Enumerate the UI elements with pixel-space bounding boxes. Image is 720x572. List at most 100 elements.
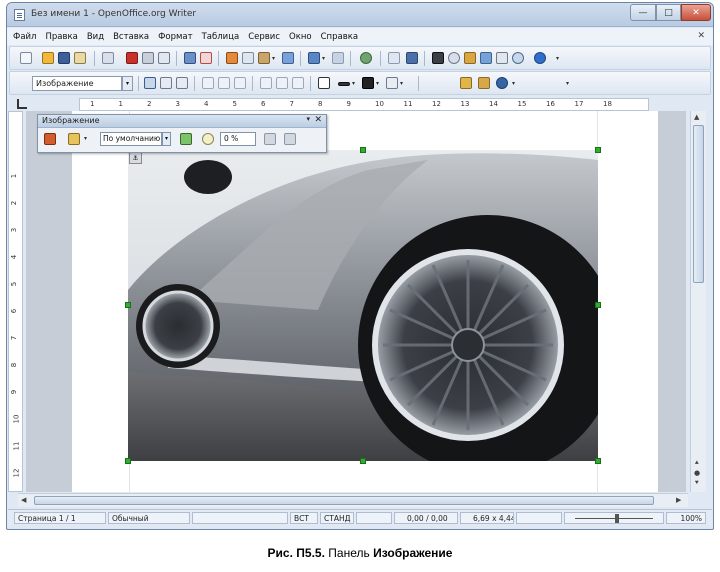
menu-insert[interactable]: Вставка <box>113 32 149 42</box>
clone-format-icon[interactable] <box>282 52 294 64</box>
align-top-icon[interactable] <box>260 77 272 89</box>
vertical-scroll-thumb[interactable] <box>693 125 704 283</box>
graphics-mode-dropdown-icon[interactable]: ▾ <box>162 132 171 146</box>
resize-handle-left[interactable] <box>125 302 131 308</box>
scroll-right-icon[interactable]: ▶ <box>676 496 681 504</box>
align-left-icon[interactable] <box>202 77 214 89</box>
edit-file-icon[interactable] <box>102 52 114 64</box>
menu-tools[interactable]: Сервис <box>248 32 280 42</box>
paste-icon[interactable] <box>258 52 270 64</box>
borders-icon[interactable] <box>318 77 330 89</box>
hyperlink-icon[interactable] <box>360 52 372 64</box>
align-center-icon[interactable] <box>218 77 230 89</box>
graphics-mode-icon[interactable] <box>68 133 80 145</box>
nonprinting-chars-icon[interactable] <box>496 52 508 64</box>
resize-handle-bottom-left[interactable] <box>125 458 131 464</box>
redo-icon[interactable] <box>332 52 344 64</box>
line-style-dropdown-icon[interactable]: ▾ <box>352 80 355 87</box>
document-close-icon[interactable]: ✕ <box>697 31 705 41</box>
export-pdf-icon[interactable] <box>126 52 138 64</box>
transparency-spinbox[interactable]: 0 % <box>220 132 256 146</box>
anchor-icon[interactable] <box>496 77 508 89</box>
resize-handle-top-right[interactable] <box>595 147 601 153</box>
show-draw-functions-icon[interactable] <box>406 52 418 64</box>
background-dropdown-icon[interactable]: ▾ <box>400 80 403 87</box>
frame-properties-icon[interactable] <box>460 77 472 89</box>
insert-mode-indicator[interactable]: ВСТ <box>290 512 318 524</box>
color-icon[interactable] <box>180 133 192 145</box>
menu-edit[interactable]: Правка <box>45 32 77 42</box>
gallery-icon[interactable] <box>464 52 476 64</box>
copy-icon[interactable] <box>242 52 254 64</box>
paragraph-style-dropdown-icon[interactable]: ▾ <box>122 76 133 91</box>
vertical-ruler[interactable]: 1 2 3 4 5 6 7 8 9 10 11 12 <box>8 111 23 492</box>
help-icon[interactable] <box>534 52 546 64</box>
cut-icon[interactable] <box>226 52 238 64</box>
menu-table[interactable]: Таблица <box>202 32 240 42</box>
graphics-mode-select[interactable]: По умолчанию <box>100 132 162 146</box>
zoom-icon[interactable] <box>512 52 524 64</box>
menu-view[interactable]: Вид <box>87 32 104 42</box>
line-style-icon[interactable] <box>338 82 350 86</box>
resize-handle-right[interactable] <box>595 302 601 308</box>
picture-toolbar-titlebar[interactable]: Изображение ▾ ✕ <box>38 115 326 128</box>
selection-mode-indicator[interactable]: СТАНД <box>320 512 354 524</box>
horizontal-scrollbar[interactable]: ◀ ▶ <box>18 493 688 507</box>
border-color-dropdown-icon[interactable]: ▾ <box>376 80 379 87</box>
align-bottom-icon[interactable] <box>292 77 304 89</box>
vertical-scrollbar[interactable]: ▲ ⯅ ● ⯆ <box>690 111 706 492</box>
toolbar-close-icon[interactable]: ✕ <box>314 115 322 125</box>
inserted-image[interactable] <box>128 150 598 461</box>
border-color-icon[interactable] <box>362 77 374 89</box>
tab-stop-selector-icon[interactable] <box>17 99 27 109</box>
wrap-through-icon[interactable] <box>176 77 188 89</box>
new-document-icon[interactable] <box>20 52 32 64</box>
print-icon[interactable] <box>142 52 154 64</box>
zoom-percent[interactable]: 100% <box>666 512 706 524</box>
minimize-button[interactable]: — <box>630 4 656 21</box>
horizontal-scroll-thumb[interactable] <box>34 496 654 505</box>
maximize-button[interactable]: □ <box>656 4 681 21</box>
align-right-icon[interactable] <box>234 77 246 89</box>
page-style-indicator[interactable]: Обычный <box>108 512 190 524</box>
menu-window[interactable]: Окно <box>289 32 312 42</box>
wrap-off-icon[interactable] <box>144 77 156 89</box>
email-icon[interactable] <box>74 52 86 64</box>
undo-dropdown-icon[interactable]: ▾ <box>322 55 325 62</box>
menu-format[interactable]: Формат <box>158 32 193 42</box>
resize-handle-bottom[interactable] <box>360 458 366 464</box>
toolbar-options-icon[interactable]: ▾ <box>556 55 559 62</box>
transparency-icon[interactable] <box>202 133 214 145</box>
navigation-icon[interactable]: ● <box>694 469 700 477</box>
menu-help[interactable]: Справка <box>321 32 358 42</box>
align-middle-icon[interactable] <box>276 77 288 89</box>
data-sources-icon[interactable] <box>480 52 492 64</box>
open-folder-icon[interactable] <box>42 52 54 64</box>
spellcheck-icon[interactable] <box>184 52 196 64</box>
next-page-icon[interactable]: ⯆ <box>694 479 700 488</box>
filter-dropdown-icon[interactable]: ▾ <box>84 135 87 142</box>
filter-icon[interactable] <box>44 133 56 145</box>
previous-page-icon[interactable]: ⯅ <box>694 459 700 468</box>
undo-icon[interactable] <box>308 52 320 64</box>
zoom-slider[interactable] <box>564 512 664 524</box>
image-anchor-icon[interactable]: ⚓ <box>129 152 142 164</box>
flip-horizontal-icon[interactable] <box>284 133 296 145</box>
close-button[interactable]: ✕ <box>681 4 711 21</box>
formatting-options-icon[interactable]: ▾ <box>566 80 569 87</box>
find-replace-icon[interactable] <box>432 52 444 64</box>
resize-handle-bottom-right[interactable] <box>595 458 601 464</box>
view-layout-buttons[interactable] <box>516 512 562 524</box>
flip-vertical-icon[interactable] <box>264 133 276 145</box>
page-indicator[interactable]: Страница 1 / 1 <box>14 512 106 524</box>
scroll-left-icon[interactable]: ◀ <box>21 496 26 504</box>
horizontal-ruler[interactable]: 1 1 2 3 4 5 6 7 8 9 10 11 12 13 14 15 16 17 18 <box>79 98 649 111</box>
autospell-icon[interactable] <box>200 52 212 64</box>
toolbar-menu-icon[interactable]: ▾ <box>306 115 310 123</box>
scroll-up-icon[interactable]: ▲ <box>694 113 699 121</box>
table-icon[interactable] <box>388 52 400 64</box>
wrap-page-icon[interactable] <box>160 77 172 89</box>
resize-handle-top[interactable] <box>360 147 366 153</box>
background-color-icon[interactable] <box>386 77 398 89</box>
paste-dropdown-icon[interactable]: ▾ <box>272 55 275 62</box>
